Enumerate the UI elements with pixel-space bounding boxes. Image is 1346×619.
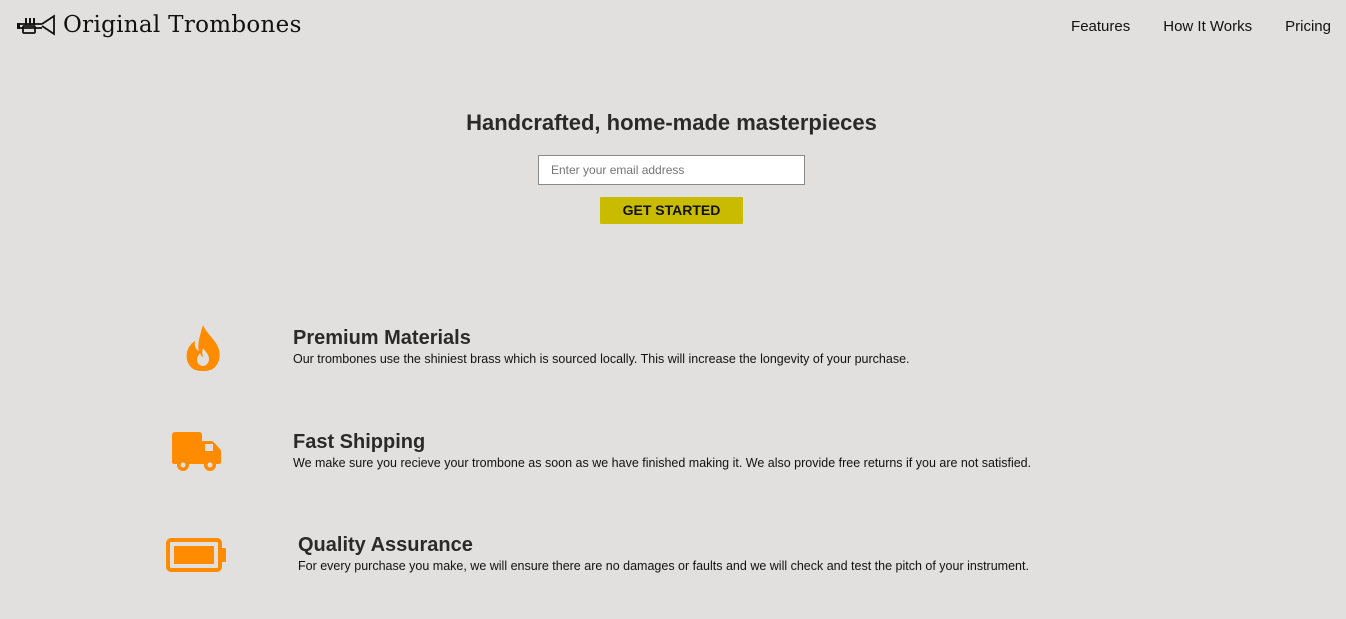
get-started-button[interactable]: GET STARTED xyxy=(600,197,743,224)
email-input[interactable] xyxy=(538,155,805,185)
fire-icon xyxy=(186,325,220,371)
hero-title: Handcrafted, home-made masterpieces xyxy=(466,110,877,135)
feature-description: We make sure you recieve your trombone a… xyxy=(293,456,1032,470)
trumpet-logo-icon xyxy=(17,14,55,36)
nav-link-features[interactable]: Features xyxy=(1071,18,1130,36)
brand-name: Original Trombones xyxy=(63,12,302,38)
nav-link-how-it-works[interactable]: How It Works xyxy=(1163,18,1252,36)
feature-description: Our trombones use the shiniest brass whi… xyxy=(293,352,910,366)
nav-link-pricing[interactable]: Pricing xyxy=(1285,18,1331,36)
feature-title: Premium Materials xyxy=(293,327,471,349)
feature-title: Fast Shipping xyxy=(293,431,426,453)
main-nav: Features How It Works Pricing xyxy=(1038,18,1331,36)
brand-logo-link[interactable]: Original Trombones xyxy=(16,10,302,40)
feature-description: For every purchase you make, we will ens… xyxy=(298,559,1029,573)
truck-icon xyxy=(172,432,221,471)
feature-title: Quality Assurance xyxy=(298,534,473,556)
battery-icon xyxy=(166,538,226,572)
